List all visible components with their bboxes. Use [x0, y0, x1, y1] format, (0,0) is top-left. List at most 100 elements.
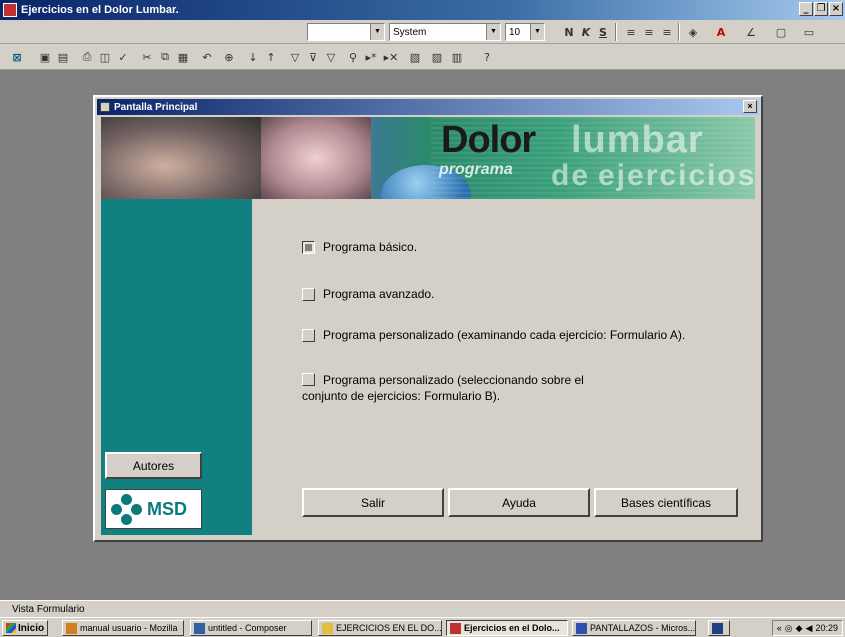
checkbox-programa-personalizado-b[interactable]	[302, 373, 315, 386]
align-right-icon[interactable]: ≡	[658, 23, 676, 41]
salir-button[interactable]: Salir	[302, 488, 444, 517]
teal-sidebar: Autores MSD	[101, 199, 252, 535]
copy-icon[interactable]: ⧉	[156, 48, 174, 66]
database-window-icon[interactable]: ▨	[428, 48, 446, 66]
task-mozilla[interactable]: manual usuario - Mozilla	[62, 620, 184, 636]
fill-color-icon[interactable]: ◈	[684, 23, 702, 41]
cut-icon[interactable]: ✂	[138, 48, 156, 66]
print-icon[interactable]: ⎙	[78, 48, 96, 66]
option-programa-basico[interactable]: Programa básico.	[302, 240, 417, 254]
checkbox-programa-basico[interactable]	[302, 241, 315, 254]
bold-icon[interactable]: N	[560, 23, 578, 41]
task-label: Ejercicios en el Dolo...	[464, 623, 560, 633]
sort-ascending-icon[interactable]: ↓	[244, 48, 262, 66]
underline-icon[interactable]: S	[594, 23, 612, 41]
italic-icon[interactable]: K	[577, 23, 595, 41]
close-icon[interactable]: ×	[743, 100, 757, 113]
option-label: Programa personalizado (examinando cada …	[323, 328, 686, 342]
standard-toolbar: ⊠ ▣ ▤ ⎙ ◫ ✓ ✂ ⧉ ▦ ↶ ⊕ ↓ ↑ ▽ ⊽ ▽ ⚲ ▸* ▸✕ …	[0, 44, 845, 70]
sort-descending-icon[interactable]: ↑	[262, 48, 280, 66]
option-programa-personalizado-b[interactable]: Programa personalizado (seleccionando so…	[302, 372, 584, 404]
option-label: Programa avanzado.	[323, 287, 435, 301]
delete-record-icon[interactable]: ▸✕	[382, 48, 400, 66]
spelling-icon[interactable]: ✓	[114, 48, 132, 66]
checkbox-programa-personalizado-a[interactable]	[302, 329, 315, 342]
banner-photo-therapy	[261, 117, 371, 199]
access-icon	[450, 622, 461, 634]
filter-selection-icon[interactable]: ▽	[286, 48, 304, 66]
task-label: EJERCICIOS EN EL DO...	[336, 623, 442, 633]
banner-title-dolor: Dolor	[441, 119, 536, 161]
undo-icon[interactable]: ↶	[198, 48, 216, 66]
font-color-icon[interactable]: A	[712, 23, 730, 41]
clock: 20:29	[815, 623, 838, 633]
paste-icon[interactable]: ▦	[174, 48, 192, 66]
header-banner: Dolor lumbar programa de ejercicios	[101, 117, 755, 199]
line-color-icon[interactable]: ∠	[742, 23, 760, 41]
task-access-active[interactable]: Ejercicios en el Dolo...	[446, 620, 568, 636]
status-bar: Vista Formulario	[0, 600, 845, 617]
close-icon[interactable]: ×	[829, 2, 843, 16]
task-folder[interactable]: EJERCICIOS EN EL DO...	[318, 620, 442, 636]
banner-subtitle-programa: programa	[439, 161, 513, 178]
checkbox-programa-avanzado[interactable]	[302, 288, 315, 301]
task-word[interactable]: PANTALLAZOS - Micros...	[572, 620, 696, 636]
minimize-icon[interactable]: _	[799, 2, 813, 16]
save-icon[interactable]: ▣	[36, 48, 54, 66]
file-search-icon[interactable]: ▤	[54, 48, 72, 66]
toolbar-separator	[615, 23, 617, 41]
restore-icon[interactable]: ❐	[814, 2, 828, 16]
volume-icon[interactable]: ◀	[806, 623, 813, 634]
font-size-combo[interactable]: 10 ▼	[505, 23, 545, 41]
word-icon	[576, 622, 587, 634]
form-titlebar: Pantalla Principal ×	[97, 99, 759, 115]
msd-logo: MSD	[105, 489, 202, 529]
align-left-icon[interactable]: ≡	[622, 23, 640, 41]
apply-filter-icon[interactable]: ▽	[322, 48, 340, 66]
task-language[interactable]	[708, 620, 730, 636]
option-programa-personalizado-a[interactable]: Programa personalizado (examinando cada …	[302, 328, 685, 342]
mozilla-icon	[66, 622, 77, 634]
msd-logo-icon	[111, 494, 142, 525]
form-icon	[100, 102, 110, 112]
start-button[interactable]: Inicio	[2, 620, 49, 636]
print-preview-icon[interactable]: ◫	[96, 48, 114, 66]
special-effect-icon[interactable]: ▭	[800, 23, 818, 41]
option-programa-avanzado[interactable]: Programa avanzado.	[302, 287, 434, 301]
folder-icon	[322, 622, 333, 634]
border-width-icon[interactable]: ▢	[772, 23, 790, 41]
access-app-icon	[3, 3, 17, 17]
main-screen-form: Pantalla Principal × Dolor lumbar progra…	[93, 95, 763, 542]
formatting-toolbar: ▼ System ▼ 10 ▼ N K S ≡ ≡ ≡ ◈ A ∠ ▢ ▭	[0, 20, 845, 44]
network-icon[interactable]: ◎	[785, 623, 793, 634]
task-composer[interactable]: untitled - Composer	[190, 620, 312, 636]
bases-cientificas-button[interactable]: Bases científicas	[594, 488, 738, 517]
status-text: Vista Formulario	[12, 603, 85, 615]
font-name-value: System	[393, 26, 427, 38]
chevron-down-icon: ▼	[486, 24, 500, 40]
align-center-icon[interactable]: ≡	[640, 23, 658, 41]
filter-form-icon[interactable]: ⊽	[304, 48, 322, 66]
find-icon[interactable]: ⚲	[344, 48, 362, 66]
font-name-combo[interactable]: System ▼	[389, 23, 501, 41]
msd-logo-text: MSD	[147, 498, 187, 519]
hyperlink-icon[interactable]: ⊕	[220, 48, 238, 66]
object-combo[interactable]: ▼	[307, 23, 385, 41]
help-icon[interactable]: ?	[478, 48, 496, 66]
shield-icon[interactable]: ◆	[796, 623, 803, 634]
new-object-icon[interactable]: ▥	[448, 48, 466, 66]
autores-button[interactable]: Autores	[105, 452, 202, 479]
new-record-icon[interactable]: ▸*	[362, 48, 380, 66]
option-label-line2: conjunto de ejercicios: Formulario B).	[302, 389, 501, 403]
banner-subtitle-ejercicios: ejercicios	[598, 159, 755, 192]
app-titlebar: Ejercicios en el Dolor Lumbar. _ ❐ ×	[0, 0, 845, 20]
chevron-down-icon: ▼	[370, 24, 384, 40]
language-icon	[712, 622, 723, 634]
windows-taskbar: Inicio manual usuario - Mozilla untitled…	[0, 617, 845, 637]
tray-expand-icon[interactable]: «	[777, 623, 782, 633]
chevron-down-icon: ▼	[530, 24, 544, 40]
properties-icon[interactable]: ▧	[406, 48, 424, 66]
form-title: Pantalla Principal	[114, 101, 198, 113]
ayuda-button[interactable]: Ayuda	[448, 488, 590, 517]
view-icon[interactable]: ⊠	[8, 48, 26, 66]
